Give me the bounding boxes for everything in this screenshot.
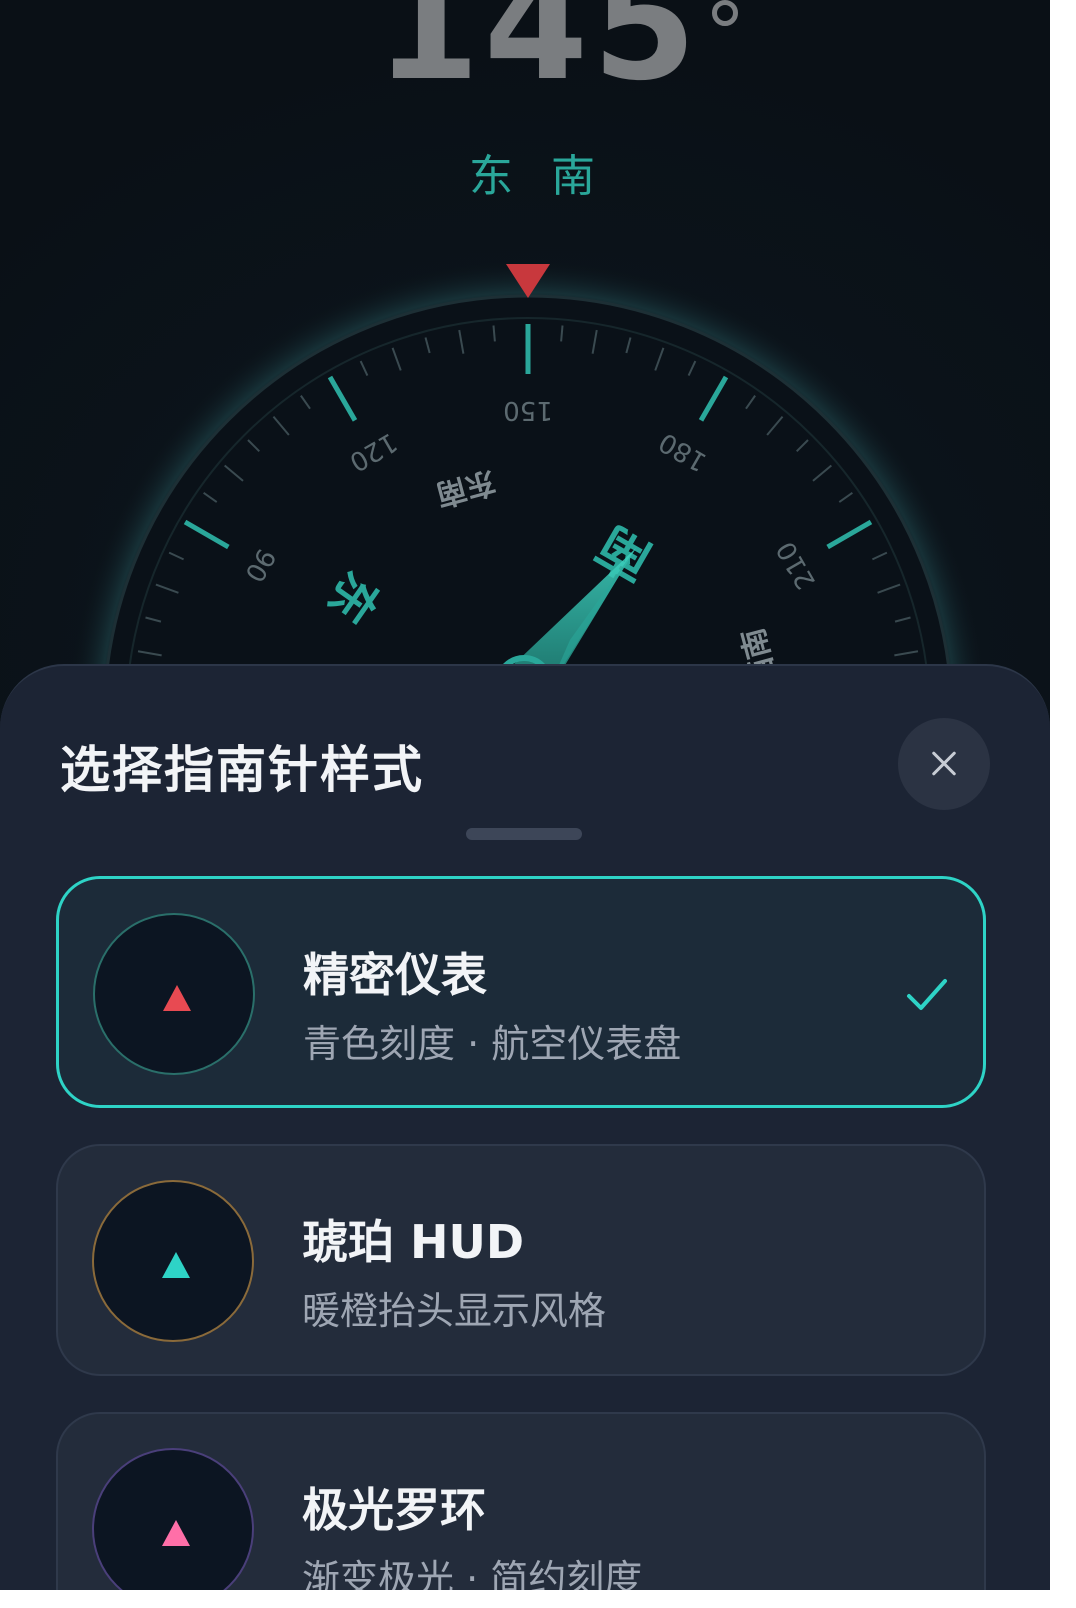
check-icon xyxy=(907,979,947,1010)
minor-tick xyxy=(560,325,564,342)
option-description: 青色刻度 · 航空仪表盘 xyxy=(303,1022,682,1066)
option-description: 暖橙抬头显示风格 xyxy=(302,1289,607,1333)
style-preview xyxy=(92,1448,254,1608)
dial-tick-label: 150 xyxy=(503,395,553,425)
style-preview xyxy=(93,913,255,1075)
minor-tick xyxy=(492,325,496,342)
sheet-title: 选择指南针样式 xyxy=(60,741,424,799)
triangle-marker-icon xyxy=(162,1520,190,1546)
style-option-amber-hud[interactable]: 琥珀 HUD 暖橙抬头显示风格 xyxy=(56,1144,986,1376)
style-option-precision[interactable]: 精密仪表 青色刻度 · 航空仪表盘 xyxy=(56,876,986,1108)
triangle-marker-icon xyxy=(163,985,191,1011)
compass-screen: 145 东 南 9012015018021060东东南南西南 选择指南 xyxy=(0,0,1076,1608)
option-name: 精密仪表 xyxy=(303,948,487,1002)
option-name: 琥珀 HUD xyxy=(302,1215,525,1269)
style-preview xyxy=(92,1180,254,1342)
triangle-marker-icon xyxy=(162,1252,190,1278)
edge-strip-right xyxy=(1050,0,1076,1608)
style-option-aurora[interactable]: 极光罗环 渐变极光 · 简约刻度 xyxy=(56,1412,986,1608)
edge-strip-bottom xyxy=(0,1590,1076,1608)
drag-handle[interactable] xyxy=(466,828,582,840)
compass-dial: 9012015018021060东东南南西南 xyxy=(68,260,988,700)
close-button[interactable] xyxy=(898,718,990,810)
option-name: 极光罗环 xyxy=(302,1483,486,1537)
